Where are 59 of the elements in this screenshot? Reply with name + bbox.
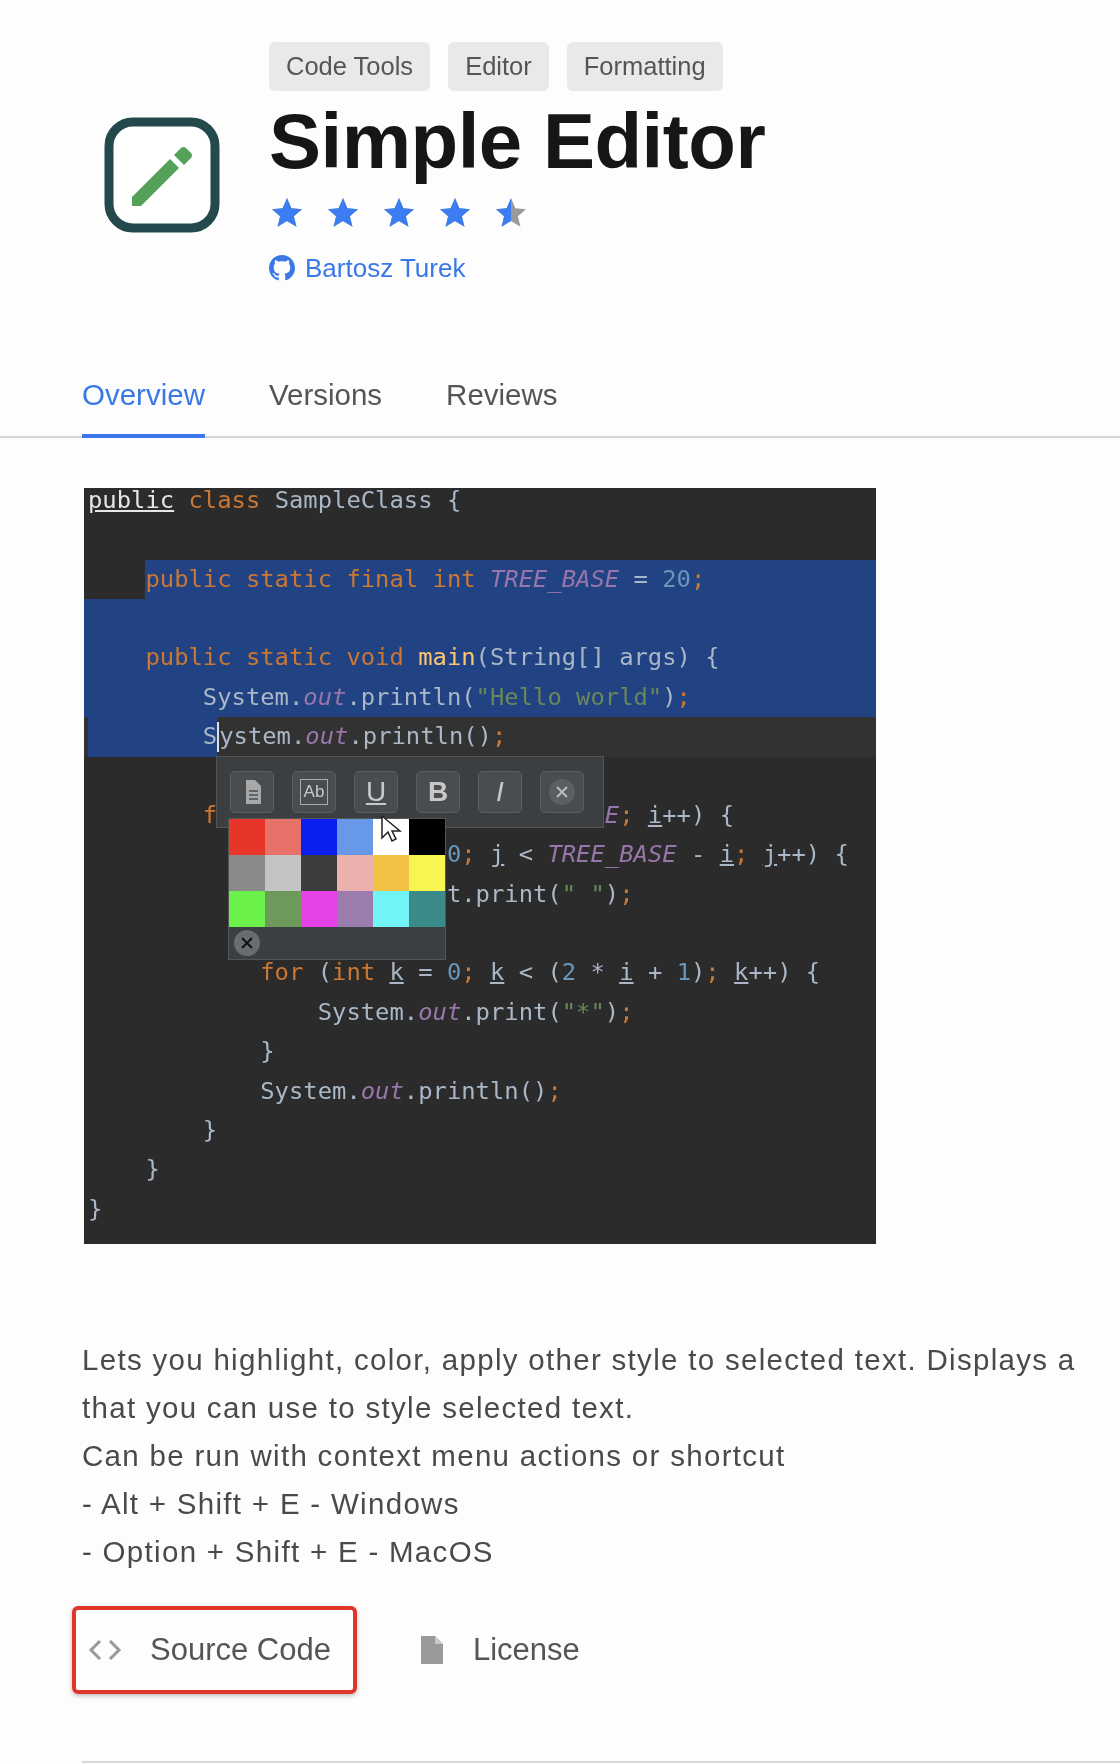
color-swatch[interactable] [373, 854, 409, 891]
document-tool[interactable] [230, 770, 274, 813]
bold-tool[interactable]: B [416, 770, 460, 813]
color-swatch[interactable] [229, 890, 265, 927]
github-icon [269, 255, 295, 282]
code-line: System.out.println(); [88, 717, 507, 757]
code-icon [88, 1637, 122, 1662]
code-line: } [259, 1036, 275, 1068]
code-line: f [201, 799, 218, 831]
close-tool[interactable] [540, 770, 584, 813]
close-icon[interactable] [233, 928, 261, 957]
color-swatch[interactable] [265, 890, 301, 927]
color-swatch[interactable] [337, 890, 373, 927]
description-text: - Option + Shift + E - MacOS [82, 1533, 495, 1570]
color-swatch[interactable] [409, 854, 445, 891]
code-line: for (int k = 0; k < (2 * i + 1); k++) { [259, 957, 821, 989]
color-swatch[interactable] [337, 854, 373, 891]
tab[interactable]: Reviews [446, 377, 558, 438]
code-line: } [201, 1115, 218, 1147]
color-swatch[interactable] [229, 854, 265, 891]
code-line: public class SampleClass { [88, 487, 462, 516]
description-text: Can be run with context menu actions or shortcut [82, 1437, 787, 1474]
color-swatch[interactable] [301, 854, 337, 891]
plugin-title: Simple Editor [269, 99, 766, 185]
tab[interactable]: Overview [82, 377, 205, 438]
underline-tool[interactable]: U [354, 770, 398, 813]
color-swatch[interactable] [301, 818, 337, 855]
italic-tool[interactable]: I [478, 770, 522, 813]
cursor-icon [380, 813, 402, 844]
category-tag[interactable]: Formatting [566, 42, 723, 91]
description-text: - Alt + Shift + E - Windows [82, 1485, 461, 1522]
text-tool[interactable]: Ab [292, 770, 336, 813]
source-code-link[interactable]: Source Code [72, 1605, 357, 1694]
app-logo-icon [104, 117, 220, 233]
color-swatch[interactable] [301, 890, 337, 927]
color-swatch[interactable] [265, 854, 301, 891]
color-swatch[interactable] [373, 890, 409, 927]
author-link[interactable]: Bartosz Turek [269, 252, 766, 284]
description-text: Lets you highlight, color, apply other style to selected text. Displays a [82, 1341, 1077, 1378]
category-tag[interactable]: Editor [448, 42, 549, 91]
code-line: t.print(" "); [446, 878, 634, 910]
code-line: System.out.println("Hello world"); [88, 677, 691, 718]
code-line: System.out.print("*"); [316, 996, 634, 1028]
code-line: System.out.println(); [259, 1075, 562, 1107]
code-line: 0; j < TREE_BASE - i; j++) { [446, 839, 849, 871]
description-text: that you can use to style selected text. [82, 1389, 636, 1426]
document-icon [418, 1633, 445, 1666]
code-line: } [144, 1154, 160, 1186]
code-line: E; i++) { [604, 799, 734, 831]
color-swatch[interactable] [409, 818, 445, 855]
color-swatch[interactable] [265, 818, 301, 855]
color-swatch[interactable] [337, 818, 373, 855]
license-link[interactable]: License [402, 1605, 606, 1694]
close-icon [548, 777, 576, 806]
code-line: } [88, 1193, 103, 1225]
color-swatch[interactable] [409, 890, 445, 927]
color-swatch[interactable] [229, 818, 265, 855]
tab[interactable]: Versions [268, 377, 383, 438]
category-tag[interactable]: Code Tools [269, 42, 431, 91]
